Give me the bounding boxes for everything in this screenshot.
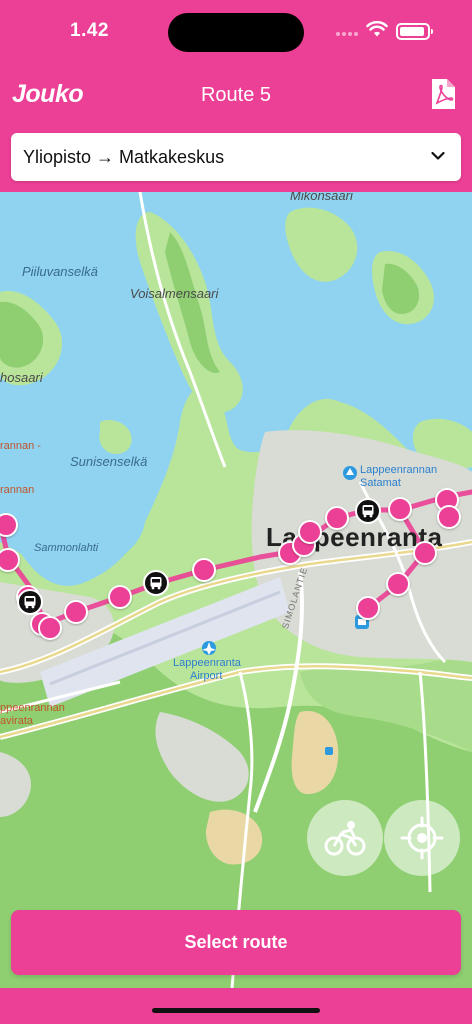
route-stop[interactable]: [437, 505, 461, 529]
bus-icon: [362, 505, 374, 518]
map-label-airport-2: Airport: [190, 670, 223, 682]
map-label-satamat-2: Satamat: [360, 477, 401, 489]
map-label-mikonsaari: Mikonsaari: [290, 192, 353, 203]
map-label-bottom-1: ppeenrannan: [0, 702, 65, 714]
chevron-down-icon: [431, 151, 445, 160]
dynamic-island: [168, 13, 304, 52]
route-selector-value: Yliopisto → Matkakeskus: [23, 147, 225, 167]
app-header: Jouko Route 5: [0, 64, 472, 128]
map-label-airport-1: Lappeenranta: [173, 657, 241, 669]
status-bar: 1.42: [0, 0, 472, 64]
map-label-rannan-1: rannan -: [0, 440, 41, 452]
route-stop[interactable]: [298, 520, 322, 544]
route-selector[interactable]: Yliopisto → Matkakeskus: [11, 133, 461, 181]
status-time: 1.42: [70, 20, 109, 41]
route-stop[interactable]: [64, 600, 88, 624]
map-label-sunisenselka: Sunisenselkä: [70, 454, 148, 469]
route-stop[interactable]: [325, 506, 349, 530]
route-stop[interactable]: [356, 596, 380, 620]
route-stop[interactable]: [108, 585, 132, 609]
bus-icon: [24, 596, 36, 609]
locate-me-button[interactable]: [384, 800, 460, 876]
page-title: Route 5: [200, 84, 272, 106]
home-indicator: [152, 1008, 320, 1013]
route-stop[interactable]: [388, 497, 412, 521]
cellular-signal-icon: [336, 32, 360, 38]
route-stop[interactable]: [192, 558, 216, 582]
map-label-rannan-2: rannan: [0, 484, 35, 496]
wifi-icon: [366, 20, 388, 37]
cycling-toggle-button[interactable]: [307, 800, 383, 876]
map-label-sammonlahti: Sammonlahti: [34, 542, 99, 554]
locate-icon: [400, 816, 444, 860]
route-stop[interactable]: [38, 616, 62, 640]
cycling-icon: [324, 821, 366, 856]
pdf-icon[interactable]: [430, 78, 456, 110]
map-label-satamat-1: Lappeenrannan: [360, 464, 438, 476]
bus-marker[interactable]: [143, 570, 169, 596]
route-map[interactable]: Mikonsaari Piiluvanselkä Voisalmensaari …: [0, 192, 472, 988]
map-label-hosaari: hosaari: [0, 370, 43, 385]
route-stop[interactable]: [386, 572, 410, 596]
bus-icon: [150, 577, 162, 590]
map-label-piiluvanselka: Piiluvanselkä: [22, 264, 98, 279]
select-route-button[interactable]: Select route: [11, 910, 461, 975]
map-label-voisalmensaari: Voisalmensaari: [130, 286, 219, 301]
battery-icon: [396, 23, 433, 40]
bus-marker[interactable]: [17, 589, 43, 615]
map-label-bottom-2: avirata: [0, 715, 34, 727]
route-stop[interactable]: [413, 541, 437, 565]
bus-marker[interactable]: [355, 498, 381, 524]
